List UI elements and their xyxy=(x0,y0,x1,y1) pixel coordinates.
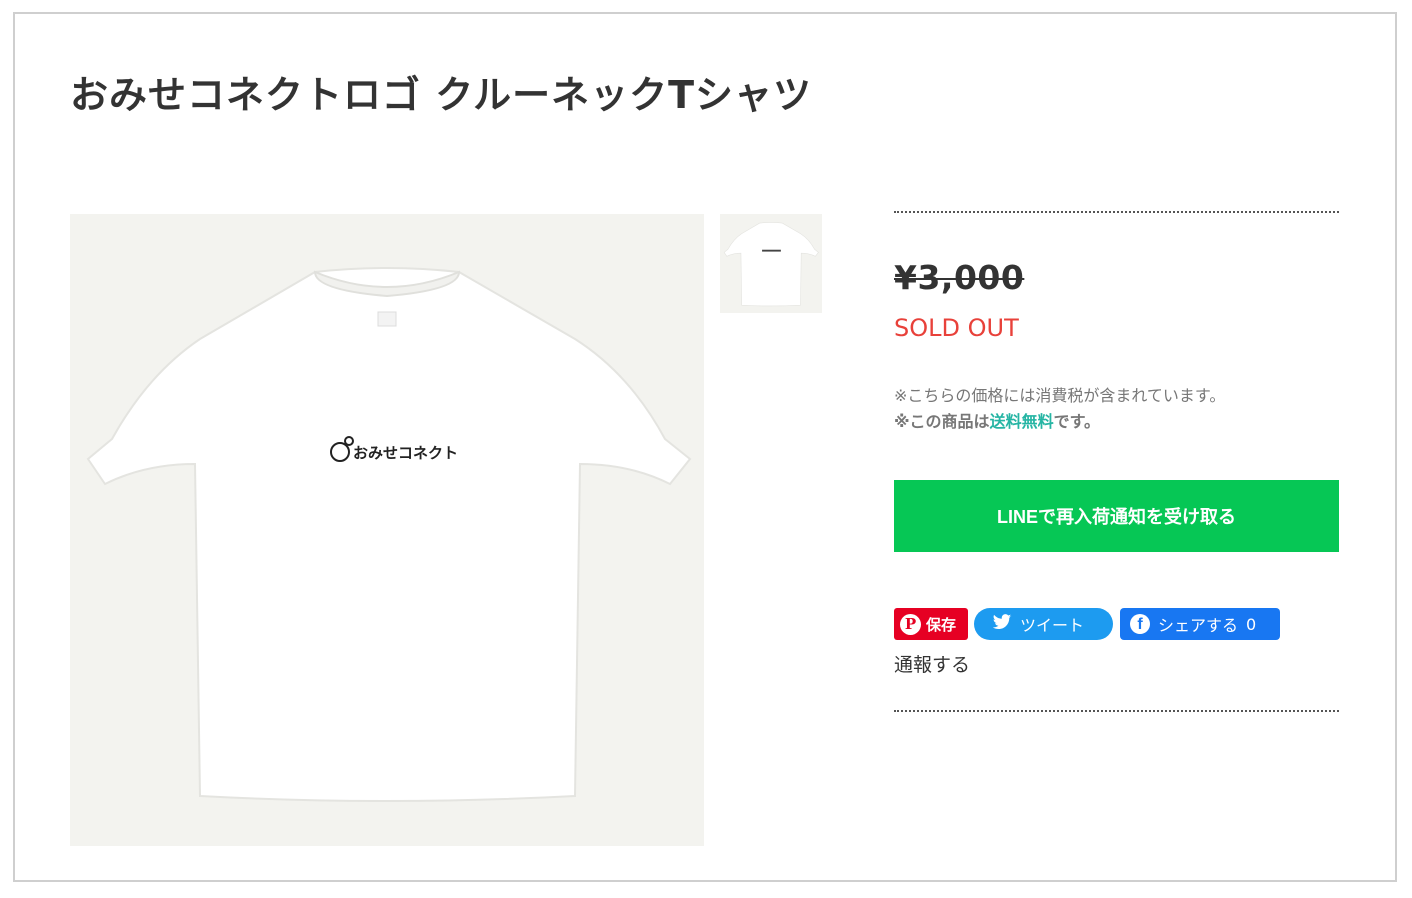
pinterest-icon: P xyxy=(900,613,921,635)
divider-top xyxy=(894,211,1339,213)
pinterest-save-button[interactable]: P 保存 xyxy=(894,608,968,640)
tax-note: ※こちらの価格には消費税が含まれています。 xyxy=(894,386,1226,405)
facebook-share-button[interactable]: f シェアする 0 xyxy=(1120,608,1280,640)
tshirt-image: おみせコネクト xyxy=(70,214,704,846)
facebook-share-count: 0 xyxy=(1246,614,1257,634)
pinterest-label: 保存 xyxy=(926,615,957,634)
twitter-bird-icon xyxy=(992,613,1012,635)
main-product-image: おみせコネクト xyxy=(70,214,704,846)
shipping-note: ※この商品は送料無料です。 xyxy=(894,408,1100,432)
facebook-icon: f xyxy=(1130,614,1150,634)
facebook-label: シェアする xyxy=(1158,616,1239,635)
product-title: おみせコネクトロゴ クルーネックTシャツ xyxy=(70,73,813,117)
twitter-label: ツイート xyxy=(1020,616,1085,635)
shirt-logo-text: おみせコネクト xyxy=(353,444,458,462)
report-link[interactable]: 通報する xyxy=(894,650,970,677)
free-shipping-link[interactable]: 送料無料 xyxy=(990,412,1054,431)
price-strikethrough: ¥3,000 xyxy=(894,258,1025,297)
product-thumbnail[interactable] xyxy=(720,214,822,313)
divider-bottom xyxy=(894,710,1339,712)
shipping-note-prefix: ※この商品は xyxy=(894,412,990,431)
twitter-tweet-button[interactable]: ツイート xyxy=(974,608,1113,640)
shipping-note-suffix: です。 xyxy=(1053,412,1100,431)
line-restock-notify-button[interactable]: LINEで再入荷通知を受け取る xyxy=(894,480,1339,552)
thumbnail-tshirt-image xyxy=(721,214,821,313)
sold-out-label: SOLD OUT xyxy=(894,314,1019,342)
